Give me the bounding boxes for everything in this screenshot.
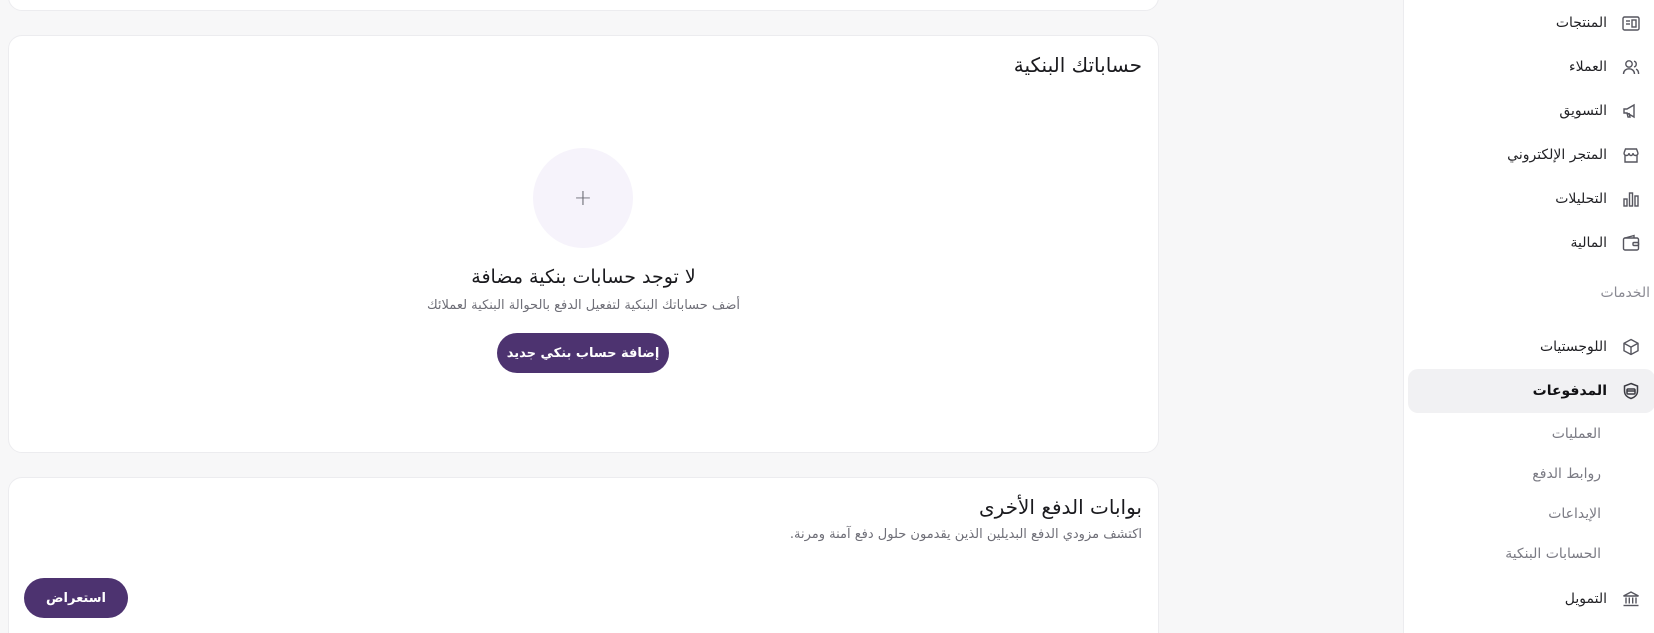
other-gateways-card: بوابات الدفع الأخرى اكتشف مزودي الدفع ال… bbox=[8, 477, 1159, 633]
services-section-label: الخدمات bbox=[1600, 285, 1651, 301]
payments-icon bbox=[1620, 380, 1642, 402]
add-bank-account-button[interactable]: إضافة حساب بنكي جديد bbox=[497, 333, 669, 373]
sidebar-subitem-bank-accounts[interactable]: الحسابات البنكية bbox=[1505, 546, 1601, 562]
sidebar-item-analytics[interactable]: التحليلات bbox=[1408, 177, 1654, 221]
sidebar-item-products[interactable]: المنتجات bbox=[1408, 1, 1654, 45]
sidebar-item-payments[interactable]: المدفوعات bbox=[1408, 369, 1654, 413]
empty-state-title: لا توجد حسابات بنكية مضافة bbox=[471, 266, 696, 288]
browse-button[interactable]: استعراض bbox=[24, 578, 128, 618]
sidebar-item-label: المالية bbox=[1570, 235, 1607, 251]
sidebar-item-finance[interactable]: المالية bbox=[1408, 221, 1654, 265]
sidebar-item-financing[interactable]: التمويل bbox=[1408, 577, 1654, 621]
store-icon bbox=[1620, 144, 1642, 166]
sidebar-item-logistics[interactable]: اللوجستيات bbox=[1408, 325, 1654, 369]
sidebar-subitem-operations[interactable]: العمليات bbox=[1552, 426, 1601, 442]
other-gateways-description: اكتشف مزودي الدفع البديلين الذين يقدمون … bbox=[789, 527, 1142, 542]
bank-accounts-title: حساباتك البنكية bbox=[1013, 53, 1142, 77]
sidebar-subitem-payment-links[interactable]: روابط الدفع bbox=[1532, 466, 1601, 482]
sidebar-item-label: التسويق bbox=[1559, 103, 1607, 119]
sidebar-item-label: التمويل bbox=[1564, 591, 1607, 607]
top-card bbox=[8, 0, 1159, 11]
bar-chart-icon bbox=[1620, 188, 1642, 210]
megaphone-icon bbox=[1620, 100, 1642, 122]
sidebar-item-label: التحليلات bbox=[1555, 191, 1607, 207]
sidebar-subitem-deposits[interactable]: الإيداعات bbox=[1548, 506, 1601, 522]
plus-icon: + bbox=[573, 185, 593, 211]
add-bank-account-plus-icon[interactable]: + bbox=[533, 148, 633, 248]
empty-state-description: أضف حساباتك البنكية لتفعيل الدفع بالحوال… bbox=[426, 298, 741, 313]
sidebar-item-label: المدفوعات bbox=[1532, 383, 1607, 399]
box-icon bbox=[1620, 336, 1642, 358]
sidebar-item-online-store[interactable]: المتجر الإلكتروني bbox=[1408, 133, 1654, 177]
sidebar-item-customers[interactable]: العملاء bbox=[1408, 45, 1654, 89]
bank-icon bbox=[1620, 588, 1642, 610]
sidebar-item-marketing[interactable]: التسويق bbox=[1408, 89, 1654, 133]
sidebar-item-label: المتجر الإلكتروني bbox=[1507, 147, 1607, 163]
other-gateways-title: بوابات الدفع الأخرى bbox=[978, 495, 1142, 519]
page: حساباتك البنكية + لا توجد حسابات بنكية م… bbox=[0, 0, 1654, 633]
bank-accounts-card: حساباتك البنكية + لا توجد حسابات بنكية م… bbox=[8, 35, 1159, 453]
customers-icon bbox=[1620, 56, 1642, 78]
products-icon bbox=[1620, 12, 1642, 34]
sidebar: المنتجات العملاء التسويق المتجر الإلكترو… bbox=[1403, 0, 1654, 633]
wallet-icon bbox=[1620, 232, 1642, 254]
sidebar-item-label: العملاء bbox=[1569, 59, 1607, 75]
sidebar-item-label: اللوجستيات bbox=[1539, 339, 1607, 355]
sidebar-item-label: المنتجات bbox=[1555, 15, 1607, 31]
